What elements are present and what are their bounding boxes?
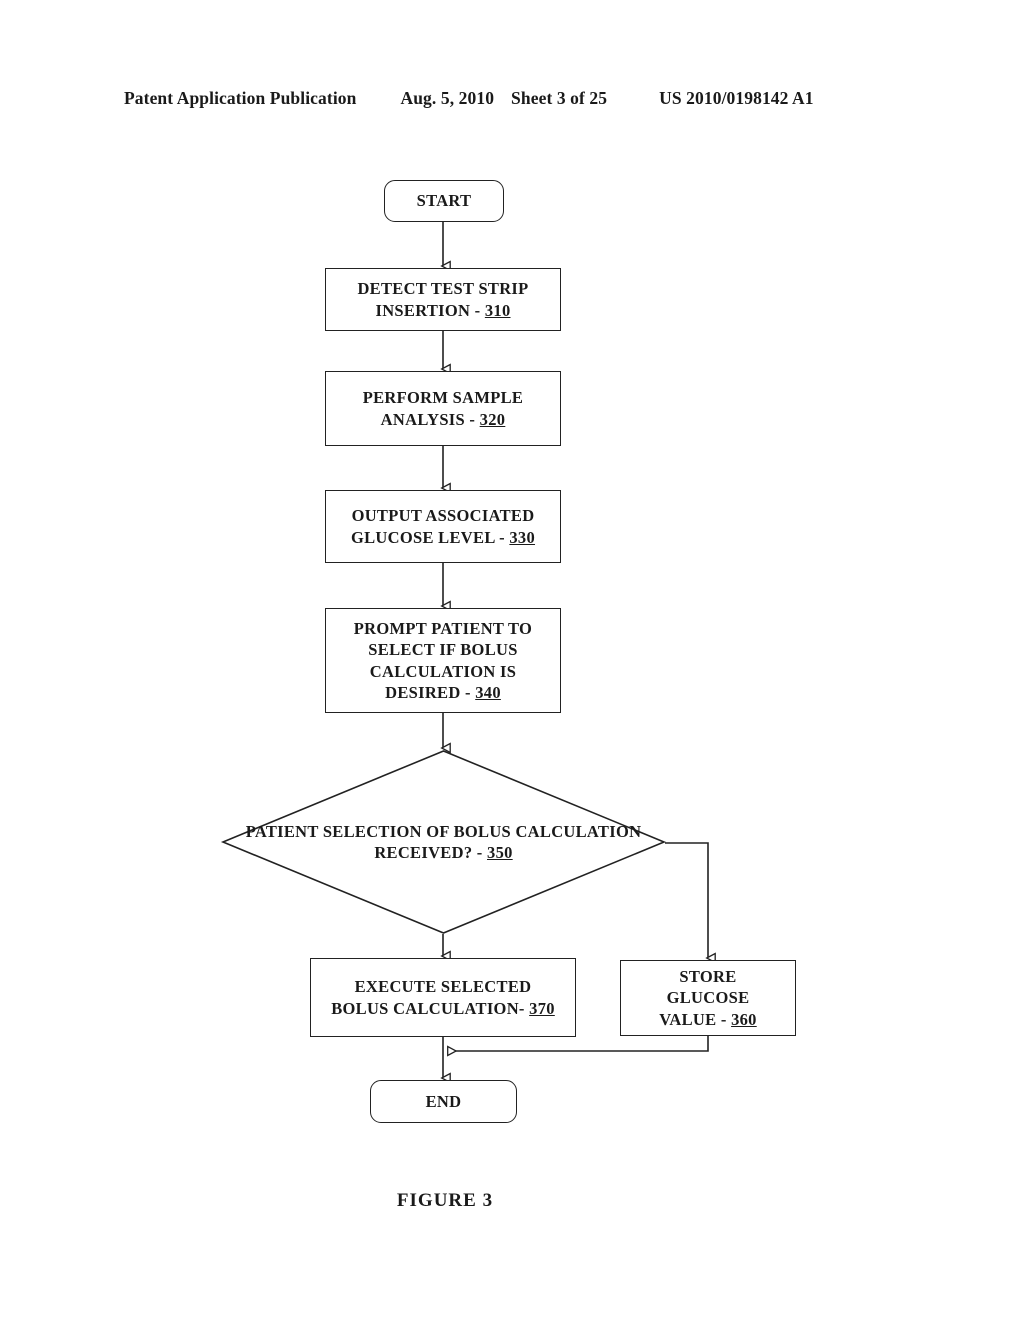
flow-node-store-glucose-value[interactable]: STORE GLUCOSE VALUE - 360 bbox=[620, 960, 796, 1036]
flow-node-330-line2-text: GLUCOSE LEVEL - bbox=[350, 527, 510, 547]
flow-node-360-line2: GLUCOSE bbox=[666, 988, 750, 1008]
flow-node-340-line4: DESIRED - 340 bbox=[326, 682, 560, 703]
flow-node-310-line1: DETECT TEST STRIP bbox=[357, 279, 529, 299]
connector-360-to-merge bbox=[449, 1036, 709, 1051]
figure-caption: FIGURE 3 bbox=[396, 1190, 494, 1211]
flow-node-340-line2: SELECT IF BOLUS bbox=[368, 640, 518, 660]
flow-node-320-line2-text: ANALYSIS - bbox=[380, 409, 480, 429]
flow-node-370-line1: EXECUTE SELECTED bbox=[354, 977, 532, 997]
flow-node-perform-sample-analysis[interactable]: PERFORM SAMPLE ANALYSIS - 320 bbox=[325, 371, 561, 446]
flow-node-start-label: START bbox=[416, 191, 472, 211]
flow-node-340-line3: CALCULATION IS bbox=[369, 661, 517, 681]
flow-node-360-line1: STORE bbox=[679, 966, 737, 986]
flow-node-detect-test-strip-insertion[interactable]: DETECT TEST STRIP INSERTION - 310 bbox=[325, 268, 561, 331]
flow-node-360-line3: VALUE - 360 bbox=[621, 1009, 795, 1030]
flow-node-360-line3-text: VALUE - bbox=[659, 1009, 732, 1029]
flow-node-370-ref: 370 bbox=[529, 998, 555, 1018]
flow-node-330-line2: GLUCOSE LEVEL - 330 bbox=[326, 527, 560, 548]
flow-node-310-line2-text: INSERTION - bbox=[375, 300, 485, 320]
flow-node-340-line4-text: DESIRED - bbox=[385, 682, 476, 702]
flow-node-decision-patient-selection-received[interactable]: PATIENT SELECTION OF BOLUS CALCULATION R… bbox=[220, 750, 667, 934]
flow-node-320-line2: ANALYSIS - 320 bbox=[326, 409, 560, 430]
flow-node-340-line1: PROMPT PATIENT TO bbox=[353, 618, 533, 638]
flow-node-end[interactable]: END bbox=[370, 1080, 517, 1123]
flow-node-340-ref: 340 bbox=[475, 682, 501, 702]
flow-node-execute-selected-bolus-calculation[interactable]: EXECUTE SELECTED BOLUS CALCULATION- 370 bbox=[310, 958, 576, 1037]
flow-node-output-associated-glucose-level[interactable]: OUTPUT ASSOCIATED GLUCOSE LEVEL - 330 bbox=[325, 490, 561, 563]
decision-diamond-shape bbox=[220, 750, 667, 934]
flow-node-end-label: END bbox=[425, 1091, 462, 1111]
flow-node-prompt-patient-bolus-selection[interactable]: PROMPT PATIENT TO SELECT IF BOLUS CALCUL… bbox=[325, 608, 561, 713]
flow-node-310-ref: 310 bbox=[484, 300, 511, 320]
flow-node-330-line1: OUTPUT ASSOCIATED bbox=[351, 506, 535, 526]
flow-node-370-line2: BOLUS CALCULATION- 370 bbox=[311, 998, 575, 1019]
flow-node-310-line2: INSERTION - 310 bbox=[326, 300, 560, 321]
flow-node-330-ref: 330 bbox=[509, 527, 536, 547]
flow-node-320-line1: PERFORM SAMPLE bbox=[362, 388, 524, 408]
flow-node-370-line2-text: BOLUS CALCULATION- bbox=[331, 998, 530, 1018]
connector-350-to-360 bbox=[665, 842, 708, 958]
flow-node-start[interactable]: START bbox=[384, 180, 504, 222]
flow-node-360-ref: 360 bbox=[731, 1009, 757, 1029]
flow-node-320-ref: 320 bbox=[479, 409, 506, 429]
